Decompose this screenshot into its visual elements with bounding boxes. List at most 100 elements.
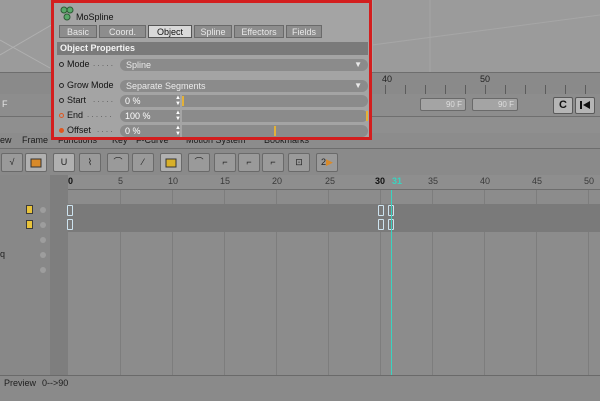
linear-icon[interactable]: ⁄	[132, 153, 154, 172]
slider-thumb[interactable]	[366, 111, 368, 121]
property-grow-mode: Grow Mode Separate Segments ▼	[57, 79, 368, 93]
grow-mode-dropdown[interactable]: Separate Segments ▼	[120, 80, 368, 92]
status-range: 0-->90	[42, 378, 69, 388]
track-label: q	[0, 249, 6, 259]
start-value: 0 %	[125, 96, 141, 106]
tab-effectors[interactable]: Effectors	[234, 25, 284, 38]
ripple-icon[interactable]: ⌇	[79, 153, 101, 172]
chevron-down-icon: ▼	[354, 81, 362, 90]
tab-basic[interactable]: Basic	[59, 25, 97, 38]
keyframe[interactable]	[378, 205, 384, 216]
frame-number: 20	[272, 176, 283, 186]
property-mode: Mode . . . . . Spline ▼	[57, 58, 368, 72]
tangent-icon[interactable]: ⌒	[188, 153, 210, 172]
tab-fields[interactable]: Fields	[286, 25, 322, 38]
menu-view[interactable]: ew	[0, 135, 12, 145]
timeline-toolbar: √ U ⌇ ⌒ ⁄ ⌒ ⌐ ⌐ ⌐ ⊡ 2▶	[0, 149, 600, 176]
end-input[interactable]: 100 % ▲ ▼	[120, 110, 181, 122]
lock-icon[interactable]	[26, 220, 33, 229]
visibility-dot[interactable]	[40, 237, 46, 243]
property-end: End . . . . . . 100 % ▲ ▼	[57, 109, 368, 123]
frame-unit-label: F	[2, 99, 8, 109]
keyframe-bullet[interactable]	[59, 128, 64, 133]
zoom-keys-icon[interactable]: ⊡	[288, 153, 310, 172]
keyframe[interactable]	[67, 205, 73, 216]
end-value: 100 %	[125, 111, 151, 121]
timeline-grid[interactable]	[67, 190, 600, 375]
tab-object[interactable]: Object	[148, 25, 192, 38]
spinner-icon[interactable]: ▲ ▼	[175, 125, 181, 137]
ruler-tick	[485, 85, 486, 94]
lock-icon[interactable]	[26, 205, 33, 214]
visibility-dot[interactable]	[40, 267, 46, 273]
visibility-dot[interactable]	[40, 207, 46, 213]
jump-current-icon[interactable]: C	[553, 97, 573, 114]
slider-thumb[interactable]	[182, 96, 184, 106]
visibility-dot[interactable]	[40, 222, 46, 228]
offset-value: 0 %	[125, 126, 141, 136]
section-header: Object Properties	[57, 42, 368, 55]
dropdown-value: Separate Segments	[126, 81, 206, 91]
max-frame-field[interactable]: 90 F	[420, 98, 466, 111]
ruler-tick	[585, 85, 586, 94]
curve-mode-icon[interactable]: √	[1, 153, 23, 172]
start-input[interactable]: 0 % ▲ ▼	[120, 95, 181, 107]
property-label: Start	[67, 95, 87, 105]
frame-number: 35	[428, 176, 439, 186]
animation-bullet[interactable]	[59, 113, 64, 118]
timeline-ruler[interactable]: 0 5 10 15 20 25 30 31 35 40 45 50	[68, 175, 600, 190]
property-dots: . . . . .	[93, 95, 114, 104]
ruler-tick	[545, 85, 546, 94]
frame-number: 25	[325, 176, 336, 186]
start-slider[interactable]	[182, 95, 368, 107]
frame-number: 5	[118, 176, 124, 186]
property-dots: . . . . . .	[87, 110, 112, 119]
keyframe[interactable]	[378, 219, 384, 230]
frame-number: 30	[375, 176, 386, 186]
record-key-icon[interactable]	[160, 153, 182, 172]
step-icon[interactable]: ⌐	[214, 153, 236, 172]
animation-bullet[interactable]	[59, 62, 64, 67]
current-frame-label: 31	[392, 176, 403, 186]
key-mode-icon[interactable]	[25, 153, 47, 172]
frame-number: 15	[220, 176, 231, 186]
ruler-tick	[505, 85, 506, 94]
spinner-icon[interactable]: ▲ ▼	[175, 95, 181, 107]
break-tangent-icon[interactable]: ⌐	[262, 153, 284, 172]
mode-dropdown[interactable]: Spline ▼	[120, 59, 368, 71]
track-row[interactable]	[68, 218, 600, 232]
spline-ease-icon[interactable]: ⌒	[107, 153, 129, 172]
frame-number: 45	[532, 176, 543, 186]
frame-number: 0	[68, 176, 74, 186]
menu-frame[interactable]: Frame	[22, 135, 48, 145]
ruler-tick	[385, 85, 386, 94]
ruler-tick	[445, 85, 446, 94]
go-to-start-icon[interactable]	[575, 97, 595, 114]
keyframe[interactable]	[67, 219, 73, 230]
slider-thumb[interactable]	[274, 126, 276, 136]
offset-slider[interactable]	[182, 125, 368, 137]
tab-coord[interactable]: Coord.	[99, 25, 146, 38]
track-row[interactable]	[68, 204, 600, 218]
end-slider[interactable]	[182, 110, 368, 122]
ruler-tick	[525, 85, 526, 94]
offset-input[interactable]: 0 % ▲ ▼	[120, 125, 181, 137]
animation-bullet[interactable]	[59, 98, 64, 103]
property-label: End	[67, 110, 84, 120]
snap-magnet-icon[interactable]: U	[53, 153, 75, 172]
chevron-down-icon: ▼	[354, 60, 362, 69]
animation-bullet[interactable]	[59, 83, 64, 88]
mospline-icon	[60, 6, 74, 21]
object-list: q	[0, 175, 51, 375]
property-label: Mode	[67, 59, 90, 69]
visibility-dot[interactable]	[40, 252, 46, 258]
attribute-panel: MoSpline Basic Coord. Object Spline Effe…	[51, 0, 372, 140]
spinner-icon[interactable]: ▲ ▼	[175, 110, 181, 122]
playhead[interactable]	[391, 190, 392, 375]
tab-spline[interactable]: Spline	[194, 25, 232, 38]
status-bar: Preview 0-->90	[0, 375, 600, 401]
step-out-icon[interactable]: ⌐	[238, 153, 260, 172]
frame-number: 40	[480, 176, 491, 186]
keyframe-badge-button[interactable]: 2▶	[316, 153, 338, 172]
preview-max-frame-field[interactable]: 90 F	[472, 98, 518, 111]
